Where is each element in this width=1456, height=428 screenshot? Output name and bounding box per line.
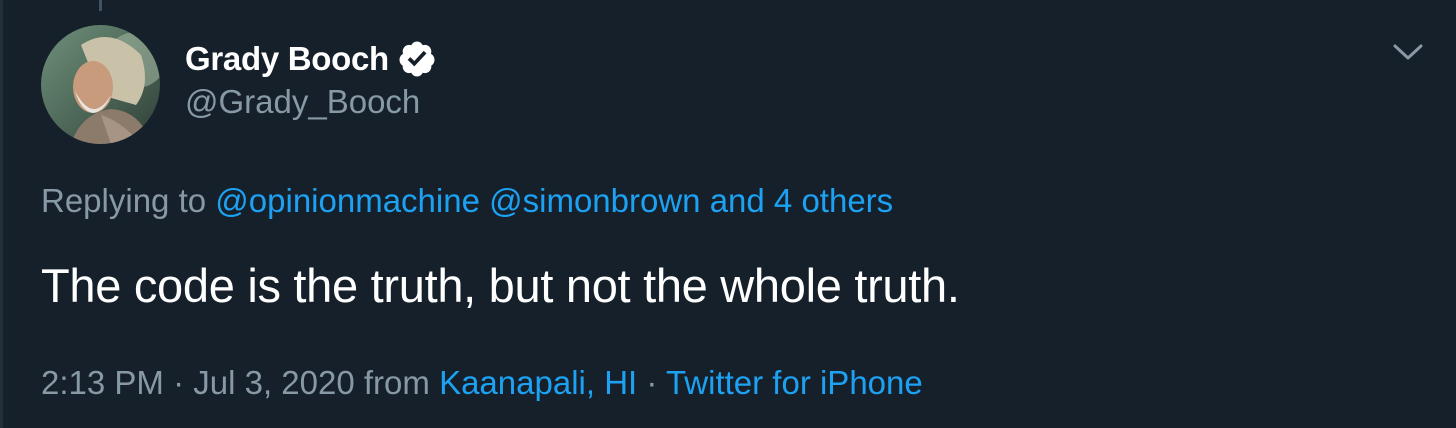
location-link[interactable]: Kaanapali, HI [439, 364, 637, 401]
source-link[interactable]: Twitter for iPhone [666, 364, 923, 401]
chevron-down-icon[interactable] [1390, 38, 1426, 68]
replying-to-label: Replying to [41, 182, 207, 219]
others-link[interactable]: and 4 others [710, 182, 893, 219]
thread-connector-line [99, 0, 102, 11]
verified-badge-icon [397, 39, 437, 79]
author-name-row[interactable]: Grady Booch [185, 36, 437, 82]
mention-link[interactable]: @opinionmachine [215, 182, 480, 219]
replying-to-line: Replying to @opinionmachine @simonbrown … [41, 182, 893, 220]
tweet-time[interactable]: 2:13 PM [41, 364, 164, 401]
left-border [0, 0, 3, 428]
from-label: from [363, 364, 430, 401]
tweet-text: The code is the truth, but not the whole… [41, 259, 960, 312]
tweet-metadata: 2:13 PM · Jul 3, 2020 from Kaanapali, HI… [41, 364, 923, 402]
tweet-date[interactable]: Jul 3, 2020 [193, 364, 354, 401]
author-handle[interactable]: @Grady_Booch [185, 83, 420, 121]
author-display-name[interactable]: Grady Booch [185, 40, 389, 78]
separator-dot: · [646, 364, 658, 401]
avatar[interactable] [41, 25, 160, 144]
separator-dot: · [173, 364, 185, 401]
mention-link[interactable]: @simonbrown [489, 182, 700, 219]
